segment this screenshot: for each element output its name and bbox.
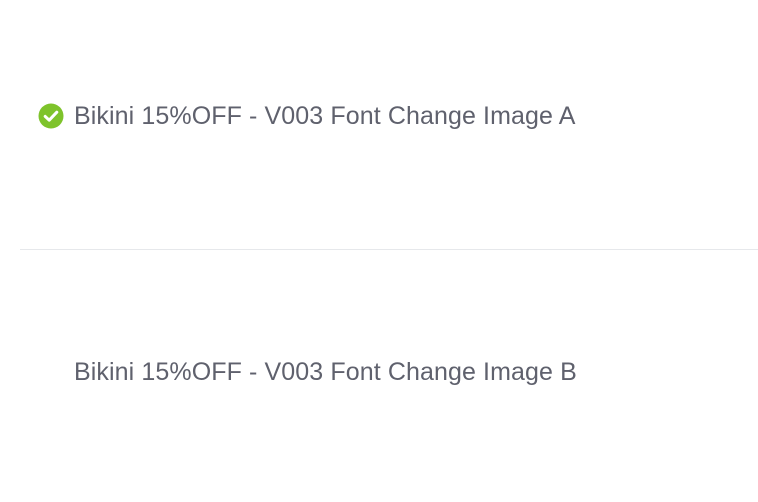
variant-list: Bikini 15%OFF - V003 Font Change Image A… — [0, 0, 758, 502]
variant-label: Bikini 15%OFF - V003 Font Change Image A — [74, 102, 576, 130]
variant-option-a[interactable]: Bikini 15%OFF - V003 Font Change Image A — [20, 86, 758, 146]
check-circle-icon — [38, 103, 64, 129]
variant-label: Bikini 15%OFF - V003 Font Change Image B — [74, 358, 577, 386]
divider — [20, 249, 758, 250]
variant-option-b[interactable]: Bikini 15%OFF - V003 Font Change Image B — [20, 342, 758, 402]
